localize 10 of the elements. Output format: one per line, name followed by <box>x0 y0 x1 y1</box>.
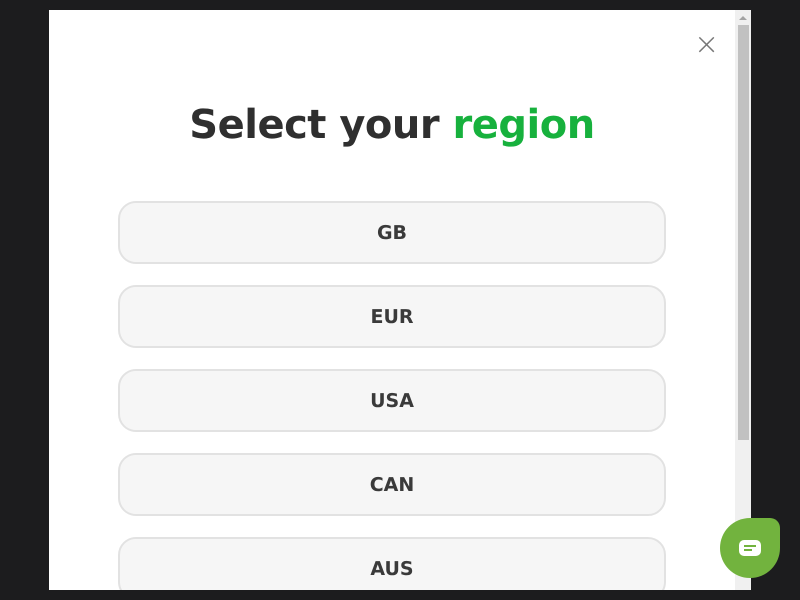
close-button[interactable]: × <box>694 34 718 56</box>
chat-icon <box>739 540 761 556</box>
scroll-up-icon[interactable] <box>739 15 747 21</box>
region-button[interactable]: EUR <box>118 285 666 348</box>
scrollbar[interactable] <box>735 10 751 590</box>
region-button[interactable]: GB <box>118 201 666 264</box>
region-button[interactable]: USA <box>118 369 666 432</box>
dialog-title: Select your region <box>188 101 596 149</box>
region-button[interactable]: CAN <box>118 453 666 516</box>
region-button[interactable]: AUS <box>118 537 666 590</box>
